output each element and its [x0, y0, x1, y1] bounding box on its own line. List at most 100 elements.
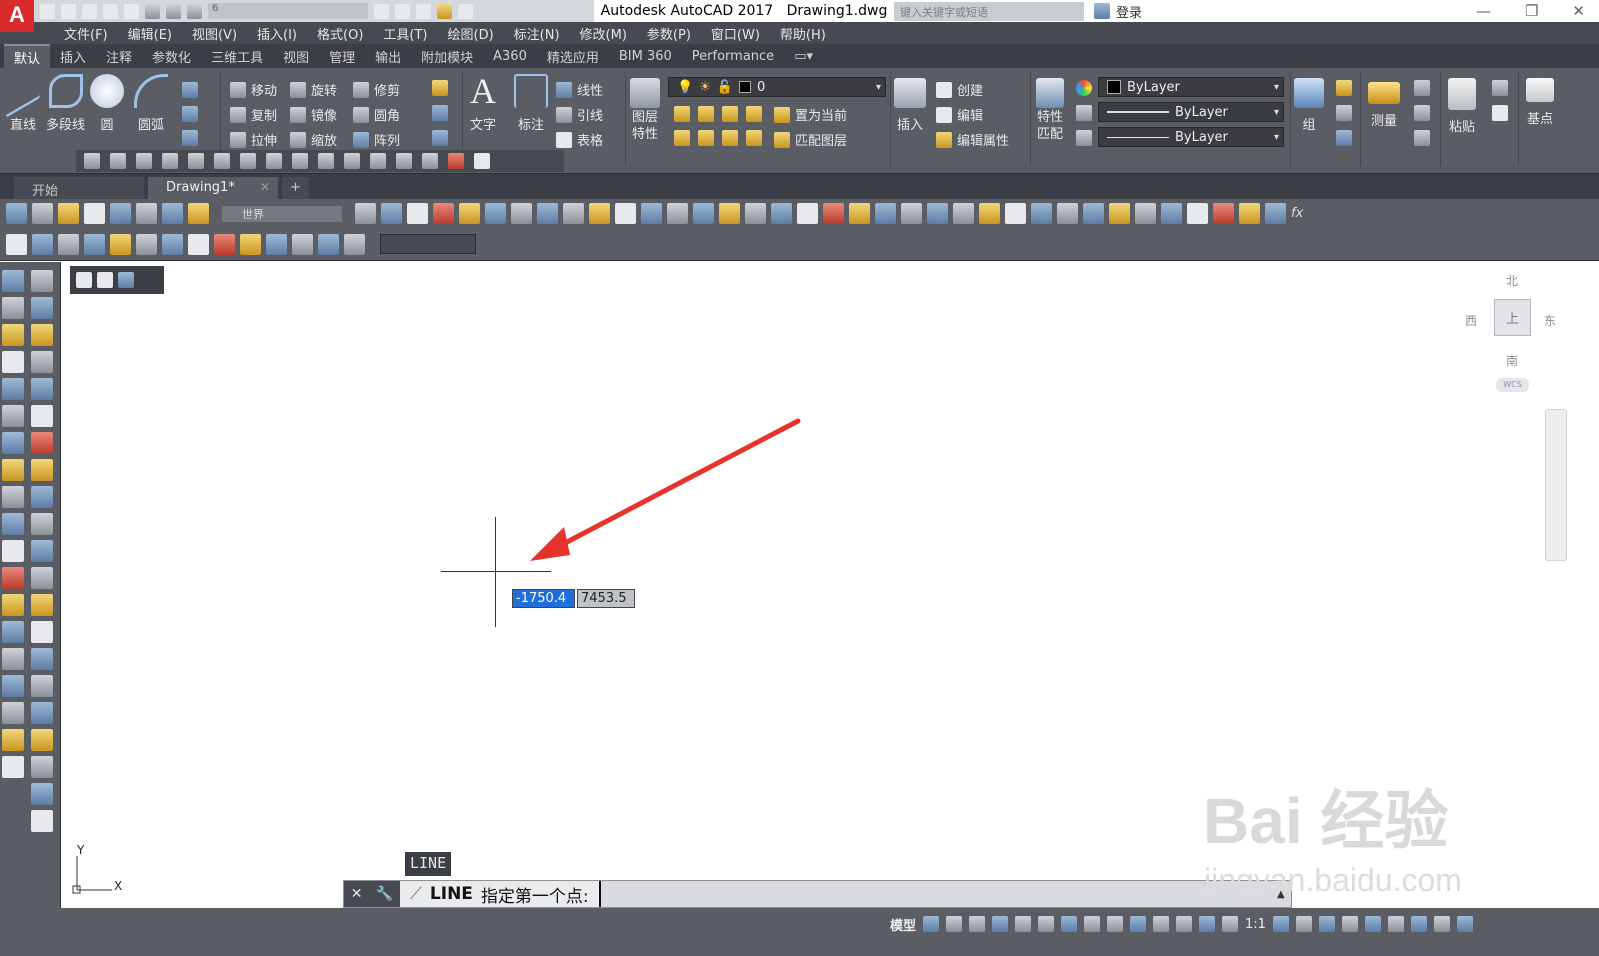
- snap-mid-icon[interactable]: [136, 153, 152, 169]
- left-dim-3-icon[interactable]: [31, 351, 53, 373]
- left-dim-6-icon[interactable]: [31, 432, 53, 454]
- dynamic-input-y[interactable]: 7453.5: [577, 589, 635, 608]
- dynamic-input-x[interactable]: -1750.4: [512, 589, 575, 608]
- ribbon-tab-12[interactable]: Performance: [682, 47, 784, 66]
- left-draw-10-icon[interactable]: [2, 540, 24, 562]
- status-quick-props-icon[interactable]: [1341, 916, 1358, 932]
- toolbar1-icon-1-icon[interactable]: [32, 203, 53, 224]
- text-button[interactable]: A 文字: [470, 73, 496, 133]
- toolbar2-icon-8-icon[interactable]: [214, 233, 235, 255]
- toolbar1-icon-30-icon[interactable]: [927, 203, 948, 224]
- menu-item-6[interactable]: 绘图(D): [438, 24, 504, 43]
- array-button[interactable]: 阵列: [353, 130, 400, 149]
- close-icon[interactable]: ✕: [1572, 2, 1585, 20]
- publish-icon[interactable]: [395, 3, 410, 19]
- left-draw-1-icon[interactable]: [2, 297, 24, 319]
- linetype-dropdown[interactable]: ByLayer: [1098, 127, 1284, 147]
- lineweight-icon[interactable]: [1076, 105, 1092, 121]
- left-draw-12-icon[interactable]: [2, 594, 24, 616]
- toolbar1-icon-12-icon[interactable]: [459, 203, 480, 224]
- status-autoscale-icon[interactable]: [1222, 916, 1239, 932]
- toolbar1-icon-6-icon[interactable]: [162, 203, 183, 224]
- toolbar1-icon-8-icon[interactable]: [355, 203, 376, 224]
- toolbar1-icon-5-icon[interactable]: [136, 203, 157, 224]
- left-dim-1-icon[interactable]: [31, 297, 53, 319]
- snap-ins-icon[interactable]: [370, 153, 386, 169]
- left-draw-2-icon[interactable]: [2, 324, 24, 346]
- toolbar1-icon-37-icon[interactable]: [1109, 203, 1130, 224]
- menu-item-5[interactable]: 工具(T): [373, 24, 437, 43]
- redo-icon[interactable]: [166, 3, 181, 19]
- status-otrack-icon[interactable]: [1038, 916, 1055, 932]
- left-dim-12-icon[interactable]: [31, 594, 53, 616]
- toolbar1-icon-42-icon[interactable]: [1239, 203, 1260, 224]
- erase-icon[interactable]: [432, 80, 448, 96]
- status-grid-icon[interactable]: [923, 916, 940, 932]
- status-transparency-icon[interactable]: [1130, 916, 1147, 932]
- status-units-icon[interactable]: [1318, 916, 1335, 932]
- status-workspace-icon[interactable]: [1272, 916, 1289, 932]
- fillet-button[interactable]: 圆角: [353, 105, 400, 124]
- command-input[interactable]: [598, 881, 1277, 907]
- rectangle-icon[interactable]: [182, 82, 198, 98]
- layer-unlock-icon[interactable]: [746, 130, 762, 146]
- left-dim-0-icon[interactable]: [31, 270, 53, 292]
- toolbar1-icon-15-icon[interactable]: [537, 203, 558, 224]
- left-draw-8-icon[interactable]: [2, 486, 24, 508]
- toolbar1-icon-43-icon[interactable]: [1265, 203, 1286, 224]
- toolbar2-icon-12-icon[interactable]: [318, 233, 339, 255]
- toolbar1-icon-23-icon[interactable]: [745, 203, 766, 224]
- layer-lock-icon[interactable]: [746, 106, 762, 122]
- save-as-icon[interactable]: [103, 3, 118, 19]
- toolbar1-icon-19-icon[interactable]: [641, 203, 662, 224]
- navigation-bar[interactable]: [1545, 409, 1567, 561]
- toolbar1-icon-26-icon[interactable]: [823, 203, 844, 224]
- print-icon[interactable]: [124, 3, 139, 19]
- status-lock-ui-icon[interactable]: [1364, 916, 1381, 932]
- toolbar1-icon-36-icon[interactable]: [1083, 203, 1104, 224]
- ribbon-tab-1[interactable]: 插入: [50, 45, 96, 68]
- search-input[interactable]: 键入关键字或短语: [894, 1, 1084, 21]
- arc-button[interactable]: 圆弧: [134, 74, 168, 133]
- left-dim-9-icon[interactable]: [31, 513, 53, 535]
- left-dim-16-icon[interactable]: [31, 702, 53, 724]
- left-draw-18-icon[interactable]: [2, 756, 24, 778]
- toolbar1-icon-20-icon[interactable]: [667, 203, 688, 224]
- toolbar2-icon-3-icon[interactable]: [84, 233, 105, 255]
- toolbar2-icon-9-icon[interactable]: [240, 233, 261, 255]
- ribbon-tabs-menu-icon[interactable]: ▭▾: [784, 47, 823, 66]
- toolbar1-icon-3-icon[interactable]: [84, 203, 105, 224]
- status-polar-icon[interactable]: [992, 916, 1009, 932]
- left-draw-5-icon[interactable]: [2, 405, 24, 427]
- rotate-button[interactable]: 旋转: [290, 80, 337, 99]
- left-draw-17-icon[interactable]: [2, 729, 24, 751]
- toolbar1-icon-32-icon[interactable]: [979, 203, 1000, 224]
- snap-int-icon[interactable]: [162, 153, 178, 169]
- ungroup-icon[interactable]: [1336, 80, 1352, 96]
- ribbon-tab-0[interactable]: 默认: [4, 43, 51, 69]
- a360-icon[interactable]: [437, 3, 452, 19]
- minimize-icon[interactable]: —: [1476, 2, 1491, 20]
- ribbon-tab-5[interactable]: 视图: [273, 45, 319, 68]
- move-button[interactable]: 移动: [230, 80, 277, 99]
- left-dim-18-icon[interactable]: [31, 756, 53, 778]
- status-isolate-icon[interactable]: [1387, 916, 1404, 932]
- open-file-icon[interactable]: [61, 3, 76, 19]
- ribbon-tab-11[interactable]: BIM 360: [609, 47, 682, 66]
- group-button[interactable]: 组: [1294, 78, 1324, 133]
- id-icon[interactable]: [1414, 130, 1430, 146]
- left-dim-8-icon[interactable]: [31, 486, 53, 508]
- snap-app-icon[interactable]: [188, 153, 204, 169]
- color-dropdown[interactable]: ByLayer: [1098, 77, 1284, 97]
- menu-item-0[interactable]: 文件(F): [54, 24, 118, 43]
- group-edit-icon[interactable]: [1336, 105, 1352, 121]
- left-dim-17-icon[interactable]: [31, 729, 53, 751]
- leader-button[interactable]: 引线: [556, 105, 603, 124]
- toolbar1-icon-40-icon[interactable]: [1187, 203, 1208, 224]
- dimension-button[interactable]: 标注: [514, 74, 548, 133]
- color-wheel-icon[interactable]: [1076, 80, 1092, 96]
- toolbar1-icon-17-icon[interactable]: [589, 203, 610, 224]
- toolbar2-icon-6-icon[interactable]: [162, 233, 183, 255]
- snap-center-icon[interactable]: [240, 153, 256, 169]
- snap-perp-icon[interactable]: [318, 153, 334, 169]
